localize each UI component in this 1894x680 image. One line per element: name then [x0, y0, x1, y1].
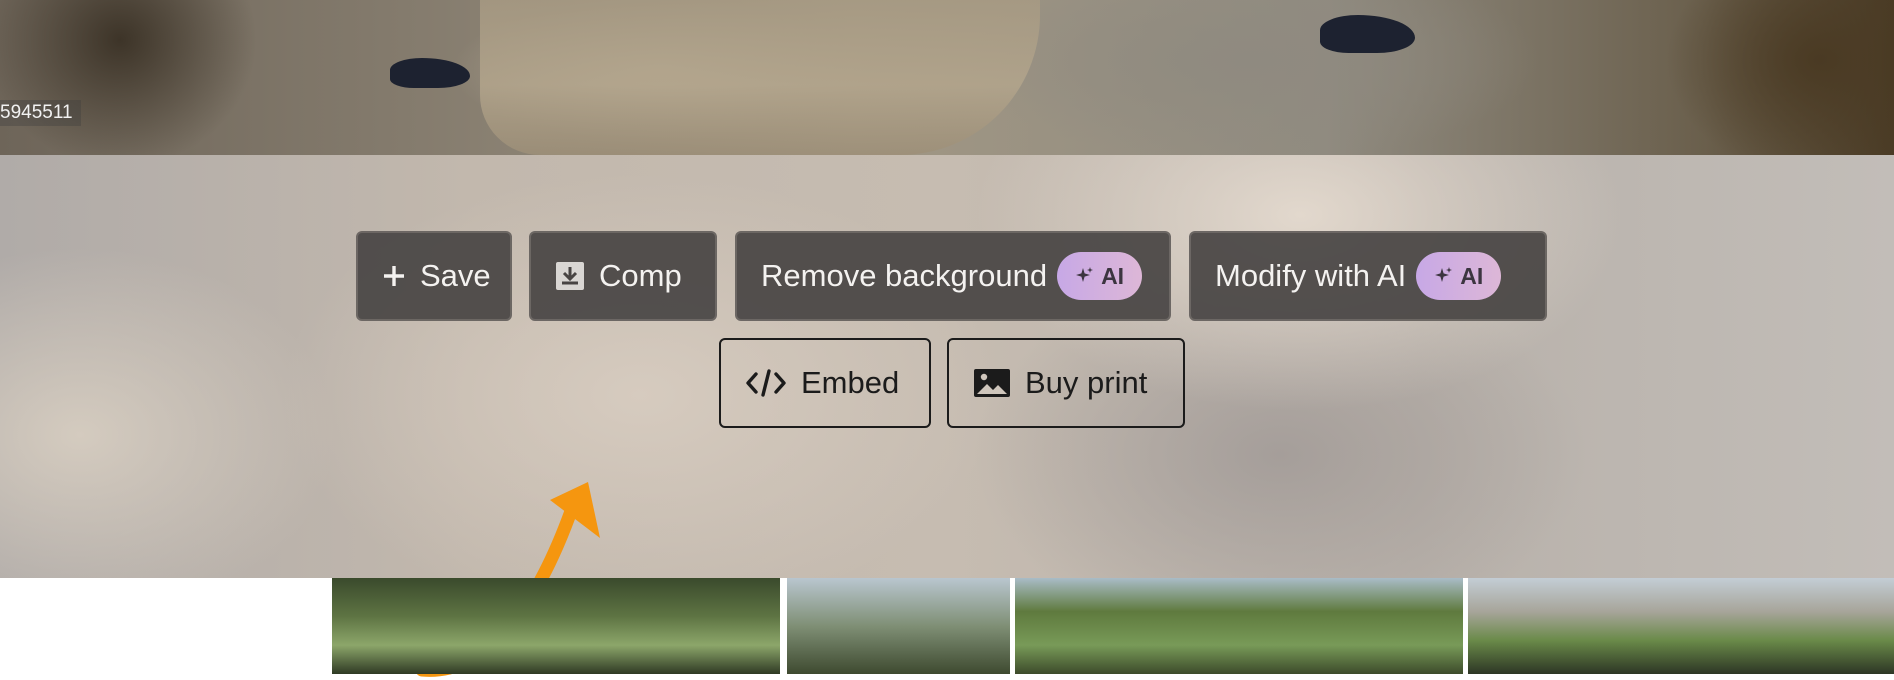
sparkle-icon [1434, 266, 1454, 286]
ai-badge-label: AI [1460, 262, 1484, 289]
buy-print-label: Buy print [1025, 365, 1148, 400]
related-photos-strip [0, 578, 1894, 674]
shoe-left [390, 58, 470, 88]
save-button[interactable]: Save [356, 231, 512, 321]
action-band: Save Comp Remove background AI Modify wi… [0, 155, 1894, 677]
download-icon [555, 261, 585, 291]
shoe-right [1320, 15, 1415, 53]
ai-badge: AI [1057, 252, 1143, 300]
comp-label: Comp [599, 258, 682, 293]
code-icon [745, 368, 787, 398]
bench-shape [480, 0, 1040, 155]
remove-background-button[interactable]: Remove background AI [735, 231, 1171, 321]
photo-id-label: 5945511 [0, 100, 81, 126]
remove-background-label: Remove background [761, 258, 1048, 293]
embed-button[interactable]: Embed [719, 338, 931, 428]
hero-photo[interactable]: 5945511 [0, 0, 1894, 155]
comp-button[interactable]: Comp [529, 231, 717, 321]
modify-with-ai-label: Modify with AI [1215, 258, 1407, 293]
thumbnail-photo[interactable] [1468, 578, 1894, 674]
image-icon [973, 368, 1011, 398]
embed-label: Embed [801, 365, 900, 400]
thumbnail-photo[interactable] [1015, 578, 1463, 674]
thumbnail-photo[interactable] [787, 578, 1010, 674]
save-label: Save [420, 258, 491, 293]
sparkle-icon [1075, 266, 1095, 286]
ai-badge: AI [1416, 252, 1502, 300]
plus-icon [382, 264, 406, 288]
buy-print-button[interactable]: Buy print [947, 338, 1185, 428]
thumbnail-photo[interactable] [332, 578, 780, 674]
modify-with-ai-button[interactable]: Modify with AI AI [1189, 231, 1547, 321]
ai-badge-label: AI [1101, 262, 1125, 289]
